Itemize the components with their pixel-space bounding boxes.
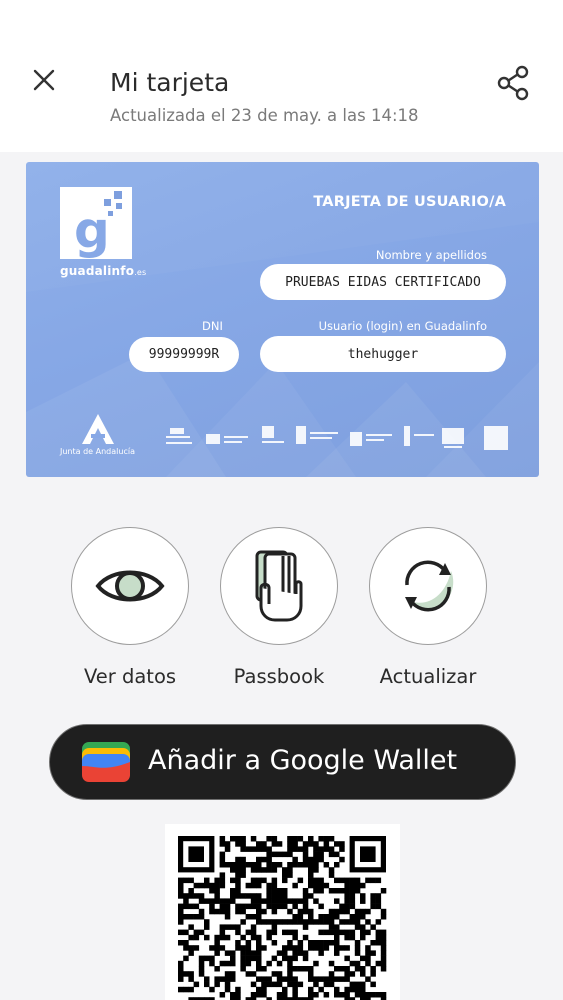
guadalinfo-logo-text: guadalinfo.es [60, 264, 147, 278]
svg-text:g: g [74, 201, 110, 259]
junta-andalucia-logo [82, 414, 114, 444]
cards-hand-icon [255, 550, 303, 622]
add-to-google-wallet-button[interactable]: Añadir a Google Wallet [49, 724, 516, 800]
passbook-button[interactable] [220, 527, 338, 645]
eye-icon [95, 570, 165, 602]
page-title: Mi tarjeta [110, 68, 230, 97]
user-card: g guadalinfo.es TARJETA DE USUARIO/A Nom… [26, 162, 539, 477]
share-button[interactable] [493, 62, 535, 104]
junta-andalucia-text: Junta de Andalucía [60, 447, 135, 456]
refresh-icon [405, 560, 454, 612]
google-wallet-icon [82, 742, 130, 782]
user-value: thehugger [260, 336, 506, 372]
share-icon [497, 65, 529, 101]
qr-code[interactable] [165, 824, 400, 1000]
close-button[interactable] [26, 62, 62, 98]
dni-value: 99999999R [129, 337, 239, 372]
close-icon [33, 69, 55, 91]
dni-label: DNI [202, 319, 223, 333]
user-label: Usuario (login) en Guadalinfo [318, 319, 487, 333]
view-data-button[interactable] [71, 527, 189, 645]
last-updated-text: Actualizada el 23 de may. a las 14:18 [110, 106, 419, 125]
card-heading: TARJETA DE USUARIO/A [313, 194, 506, 210]
view-data-label: Ver datos [83, 665, 177, 688]
refresh-button[interactable] [369, 527, 487, 645]
qr-code-icon [178, 836, 387, 1000]
top-bar: Mi tarjeta Actualizada el 23 de may. a l… [0, 0, 563, 152]
guadalinfo-logo: g [60, 187, 132, 259]
name-value: PRUEBAS EIDAS CERTIFICADO [260, 264, 506, 300]
passbook-label: Passbook [233, 665, 325, 688]
name-label: Nombre y apellidos [375, 248, 487, 262]
add-to-google-wallet-label: Añadir a Google Wallet [148, 745, 458, 776]
refresh-label: Actualizar [379, 665, 477, 688]
sponsor-logos [166, 426, 508, 450]
